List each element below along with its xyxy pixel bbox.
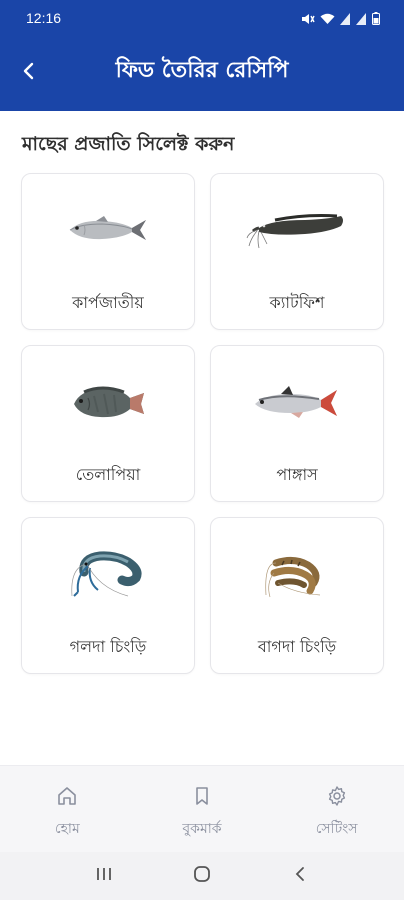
species-label: কার্পজাতীয়	[72, 293, 144, 312]
recents-button[interactable]	[84, 856, 124, 896]
species-label: ক্যাটফিশ	[269, 293, 325, 312]
section-heading: মাছের প্রজাতি সিলেক্ট করুন	[22, 133, 235, 155]
species-card-bagda[interactable]: বাগদা চিংড়ি	[210, 517, 384, 674]
species-label: পাঙ্গাস	[276, 465, 318, 484]
species-card-tilapia[interactable]: তেলাপিয়া	[21, 345, 195, 502]
species-card-golda[interactable]: গলদা চিংড়ি	[21, 517, 195, 674]
catfish-image	[211, 196, 383, 264]
bottom-navigation: হোম বুকমার্ক সেটিংস	[0, 765, 404, 852]
species-card-carp[interactable]: কার্পজাতীয়	[21, 173, 195, 330]
golda-prawn-image	[22, 540, 194, 608]
bookmark-icon	[191, 785, 213, 811]
status-icons	[301, 12, 380, 25]
battery-icon	[372, 12, 380, 25]
nav-label-bookmark: বুকমার্ক	[182, 821, 222, 837]
species-label: বাগদা চিংড়ি	[257, 637, 337, 656]
bagda-shrimp-image	[211, 540, 383, 608]
nav-label-home: হোম	[54, 821, 80, 837]
species-label: তেলাপিয়া	[75, 465, 141, 484]
home-system-button[interactable]	[182, 856, 222, 896]
app-header: 12:16 ফিড তৈরির রেসিপি	[0, 0, 404, 111]
status-bar: 12:16	[0, 0, 404, 38]
gear-icon	[326, 785, 348, 811]
mute-icon	[301, 13, 315, 25]
nav-home[interactable]: হোম	[7, 766, 127, 852]
nav-bookmark[interactable]: বুকমার্ক	[142, 766, 262, 852]
page-title: ফিড তৈরির রেসিপি	[115, 58, 289, 83]
recents-icon	[95, 866, 113, 886]
back-icon	[293, 865, 307, 887]
tilapia-fish-image	[22, 368, 194, 436]
species-label: গলদা চিংড়ি	[69, 637, 147, 656]
signal-icon	[340, 13, 351, 25]
species-grid: কার্পজাতীয় ক্যাটফিশ তেলাপিয়া পাঙ্গাস গ…	[21, 173, 384, 674]
nav-settings[interactable]: সেটিংস	[277, 766, 397, 852]
wifi-icon	[320, 13, 335, 25]
home-circle-icon	[192, 864, 212, 888]
species-card-pangas[interactable]: পাঙ্গাস	[210, 345, 384, 502]
nav-label-settings: সেটিংস	[315, 821, 358, 837]
back-system-button[interactable]	[280, 856, 320, 896]
signal-icon	[356, 13, 367, 25]
status-time: 12:16	[26, 10, 62, 26]
system-navigation-bar	[0, 852, 404, 900]
carp-fish-image	[22, 196, 194, 264]
species-card-catfish[interactable]: ক্যাটফিশ	[210, 173, 384, 330]
home-icon	[56, 785, 78, 811]
pangas-fish-image	[211, 368, 383, 436]
